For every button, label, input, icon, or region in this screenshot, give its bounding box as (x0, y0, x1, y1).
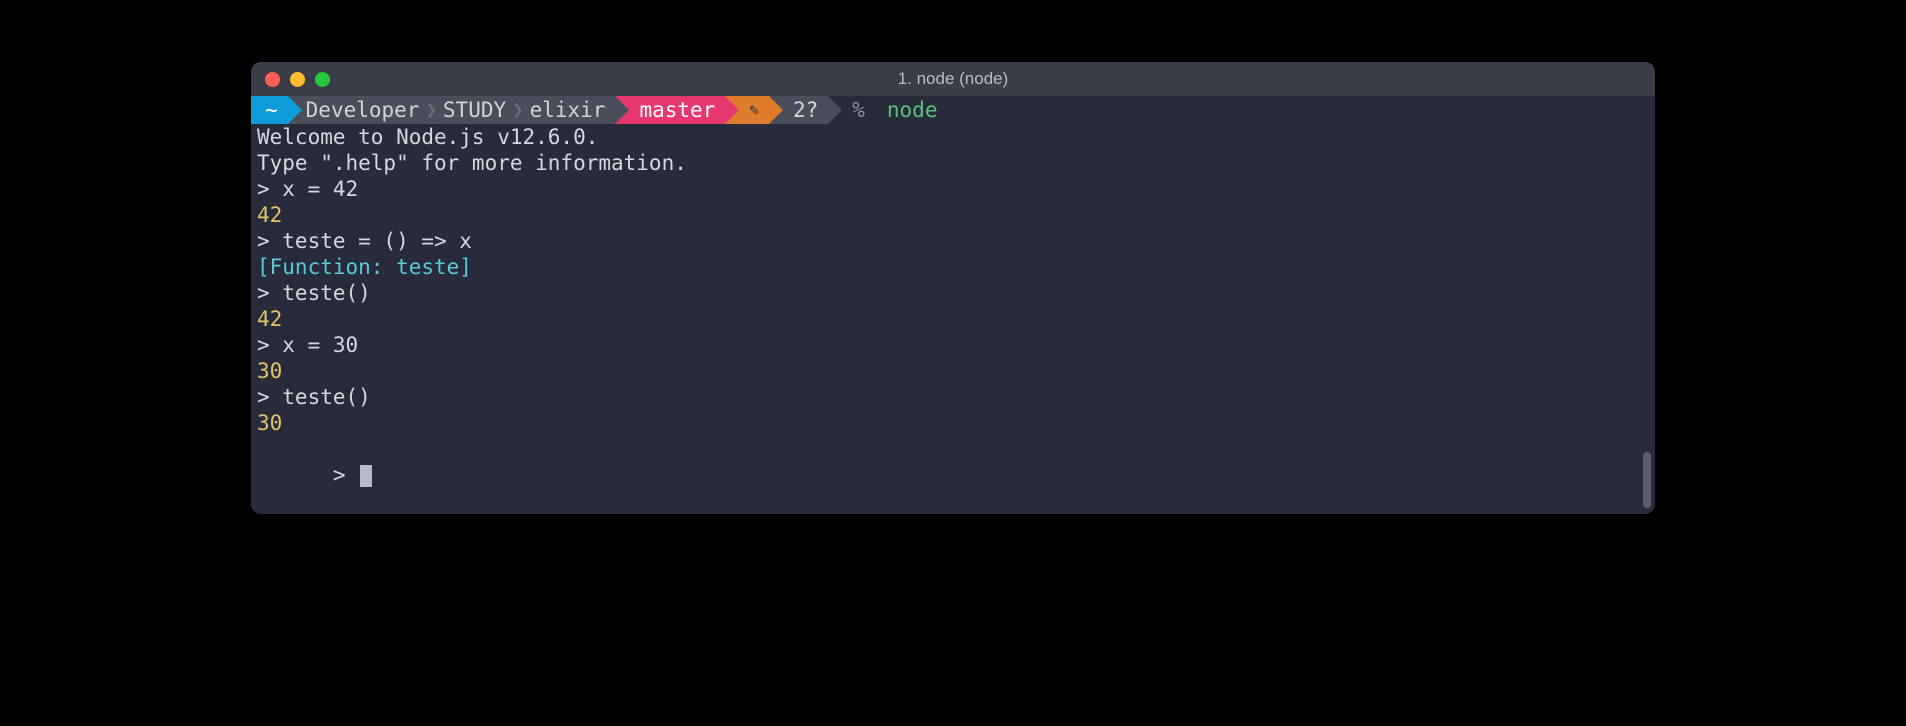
repl-output: 42 (251, 202, 1655, 228)
output-help: Type ".help" for more information. (251, 150, 1655, 176)
minimize-button[interactable] (290, 72, 305, 87)
repl-prompt-symbol: > (333, 463, 358, 487)
prompt-path-segment: Developer ❯ STUDY ❯ elixir (288, 96, 616, 124)
scrollbar[interactable] (1643, 452, 1651, 508)
path-developer: Developer (306, 97, 420, 123)
repl-output: [Function: teste] (251, 254, 1655, 280)
repl-input: > teste() (251, 280, 1655, 306)
close-button[interactable] (265, 72, 280, 87)
window-titlebar[interactable]: 1. node (node) (251, 62, 1655, 96)
window-title: 1. node (node) (898, 69, 1009, 89)
terminal-body[interactable]: ~ Developer ❯ STUDY ❯ elixir master ✎ 2?… (251, 96, 1655, 514)
shell-prompt: ~ Developer ❯ STUDY ❯ elixir master ✎ 2?… (251, 96, 1655, 124)
repl-prompt-current[interactable]: > (251, 436, 1655, 514)
path-elixir: elixir (530, 97, 606, 123)
pencil-icon: ✎ (749, 97, 759, 123)
cursor-icon (360, 465, 372, 487)
chevron-right-icon: ❯ (512, 97, 523, 123)
repl-input: > teste() (251, 384, 1655, 410)
repl-output: 42 (251, 306, 1655, 332)
prompt-branch-segment: master (615, 96, 725, 124)
chevron-right-icon: ❯ (425, 97, 436, 123)
repl-output: 30 (251, 410, 1655, 436)
maximize-button[interactable] (315, 72, 330, 87)
prompt-home-segment: ~ (251, 96, 288, 124)
repl-input: > x = 42 (251, 176, 1655, 202)
terminal-window: 1. node (node) ~ Developer ❯ STUDY ❯ eli… (251, 62, 1655, 514)
traffic-lights (265, 72, 330, 87)
command-text: node (887, 97, 938, 123)
repl-output: 30 (251, 358, 1655, 384)
output-welcome: Welcome to Node.js v12.6.0. (251, 124, 1655, 150)
path-study: STUDY (443, 97, 506, 123)
repl-input: > x = 30 (251, 332, 1655, 358)
repl-input: > teste = () => x (251, 228, 1655, 254)
